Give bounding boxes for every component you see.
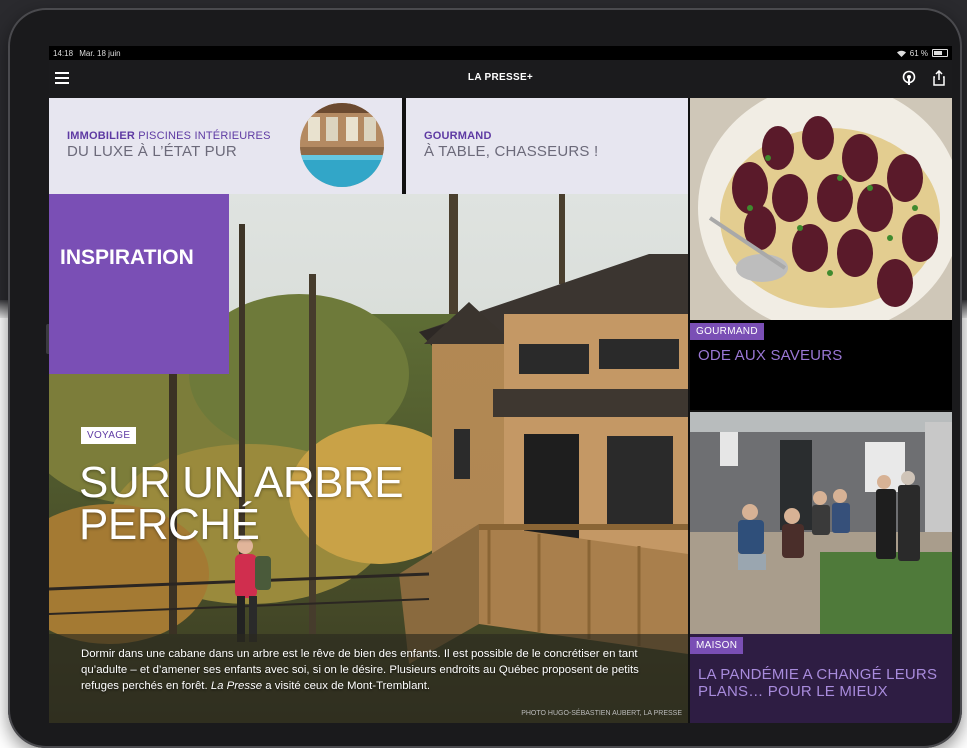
voyage-badge: VOYAGE — [81, 427, 137, 444]
kicker-immobilier: IMMOBILIER — [67, 130, 135, 142]
hero-story[interactable]: INSPIRATION VOYAGE SUR UN ARBRE PERCHÉ D… — [49, 194, 688, 723]
screen: 14:18 Mar. 18 juin 61 % LA PRESSE+ IMMOB… — [49, 46, 952, 723]
front-page: IMMOBILIER PISCINES INTÉRIEURES DU LUXE … — [49, 98, 952, 723]
status-bar: 14:18 Mar. 18 juin 61 % — [49, 46, 952, 60]
tile-headline: À TABLE, CHASSEURS ! — [424, 143, 599, 160]
desc-italic: La Presse — [210, 680, 263, 692]
tile-kicker: IMMOBILIER PISCINES INTÉRIEURES — [67, 130, 271, 142]
tile-ode-aux-saveurs[interactable]: GOURMAND ODE AUX SAVEURS — [690, 98, 952, 410]
tile-immobilier[interactable]: IMMOBILIER PISCINES INTÉRIEURES DU LUXE … — [49, 98, 402, 194]
tablet-frame: 14:18 Mar. 18 juin 61 % LA PRESSE+ IMMOB… — [8, 8, 962, 748]
maison-badge: MAISON — [690, 637, 744, 654]
tile-gourmand-top[interactable]: GOURMAND À TABLE, CHASSEURS ! — [406, 98, 688, 194]
podcast-icon[interactable] — [902, 70, 916, 86]
food-headline: ODE AUX SAVEURS — [698, 347, 843, 364]
status-date: Mar. 18 juin — [79, 48, 121, 58]
kicker-gourmand: GOURMAND — [424, 130, 492, 142]
beets-photo — [690, 98, 952, 320]
desc-part2: a visité ceux de Mont-Tremblant. — [262, 680, 431, 692]
hero-description: Dormir dans une cabane dans un arbre est… — [81, 646, 677, 694]
tile-maison[interactable]: MAISON LA PANDÉMIE A CHANGÉ LEURS PLANS…… — [690, 412, 952, 723]
status-time: 14:18 — [53, 48, 74, 58]
app-logo: LA PRESSE+ — [467, 72, 534, 83]
app-bar: LA PRESSE+ — [49, 60, 952, 98]
hero-title: SUR UN ARBRE PERCHÉ — [79, 458, 404, 549]
battery-percent: 61 % — [909, 48, 928, 58]
gourmand-badge: GOURMAND — [690, 323, 764, 340]
right-column: GOURMAND ODE AUX SAVEURS MAISON LA PANDÉ… — [690, 98, 952, 723]
section-box: INSPIRATION — [49, 194, 229, 374]
pool-photo — [300, 103, 384, 187]
share-icon[interactable] — [932, 70, 946, 86]
wifi-icon — [896, 50, 906, 57]
family-photo — [690, 412, 952, 634]
section-label: INSPIRATION — [60, 246, 194, 269]
battery-icon — [932, 49, 948, 57]
kicker-sub: PISCINES INTÉRIEURES — [138, 130, 271, 142]
house-headline: LA PANDÉMIE A CHANGÉ LEURS PLANS… POUR L… — [698, 666, 938, 700]
photo-credit: PHOTO HUGO-SÉBASTIEN AUBERT, LA PRESSE — [521, 710, 682, 717]
tile-headline: DU LUXE À L’ÉTAT PUR — [67, 143, 237, 160]
